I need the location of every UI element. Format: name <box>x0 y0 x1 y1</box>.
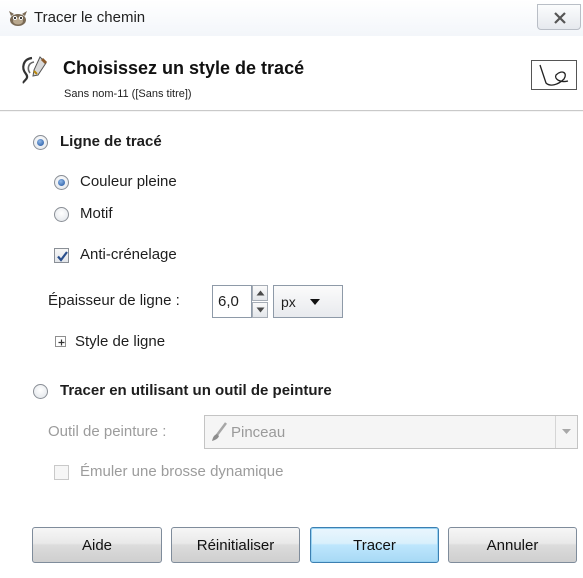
path-preview-icon <box>531 60 577 90</box>
close-button[interactable] <box>537 4 581 30</box>
chevron-down-icon <box>562 429 571 434</box>
solid-color-radio[interactable] <box>54 175 69 190</box>
antialias-label[interactable]: Anti-crénelage <box>80 246 177 263</box>
unit-value: px <box>281 294 296 310</box>
stroke-line-radio[interactable] <box>33 135 48 150</box>
emulate-dynamics-label[interactable]: Émuler une brosse dynamique <box>80 463 283 480</box>
stroke-path-icon <box>18 54 50 86</box>
spin-up-button[interactable] <box>252 285 268 301</box>
close-x-icon <box>554 12 566 24</box>
paint-tool-dropdown[interactable]: Pinceau <box>204 415 578 449</box>
pattern-radio[interactable] <box>54 207 69 222</box>
paint-tool-radio[interactable] <box>33 384 48 399</box>
pattern-label[interactable]: Motif <box>80 205 113 222</box>
window-title: Tracer le chemin <box>34 9 146 26</box>
line-width-spinner <box>252 285 268 318</box>
solid-color-label[interactable]: Couleur pleine <box>80 173 177 190</box>
reset-button[interactable]: Réinitialiser <box>171 527 300 563</box>
spin-down-button[interactable] <box>252 302 268 318</box>
checkmark-icon <box>57 251 68 262</box>
title-bar: Tracer le chemin <box>0 0 583 36</box>
dialog-heading: Choisissez un style de tracé <box>63 58 305 78</box>
plus-icon <box>58 339 65 346</box>
dialog-header: Choisissez un style de tracé Sans nom-11… <box>0 36 583 110</box>
emulate-dynamics-checkbox[interactable] <box>54 465 69 480</box>
image-name: Sans nom-11 ([Sans titre]) <box>64 88 192 100</box>
unit-dropdown[interactable]: px <box>273 285 343 318</box>
line-style-label[interactable]: Style de ligne <box>75 333 165 350</box>
line-style-expander[interactable] <box>55 336 66 347</box>
cancel-button[interactable]: Annuler <box>448 527 577 563</box>
help-button[interactable]: Aide <box>32 527 162 563</box>
paintbrush-icon <box>210 422 228 446</box>
paint-tool-value: Pinceau <box>231 424 286 441</box>
line-width-label: Épaisseur de ligne : <box>48 292 180 309</box>
stroke-line-label[interactable]: Ligne de tracé <box>60 133 162 150</box>
paint-tool-label: Outil de peinture : <box>48 423 167 440</box>
gimp-wilber-icon <box>8 9 28 27</box>
antialias-checkbox[interactable] <box>54 248 69 263</box>
paint-tool-option-label[interactable]: Tracer en utilisant un outil de peinture <box>60 382 332 399</box>
arrow-down-icon <box>256 307 265 313</box>
arrow-up-icon <box>256 290 265 296</box>
line-width-input[interactable]: 6,0 <box>212 285 252 318</box>
chevron-down-icon <box>310 299 320 305</box>
stroke-button[interactable]: Tracer <box>310 527 439 563</box>
